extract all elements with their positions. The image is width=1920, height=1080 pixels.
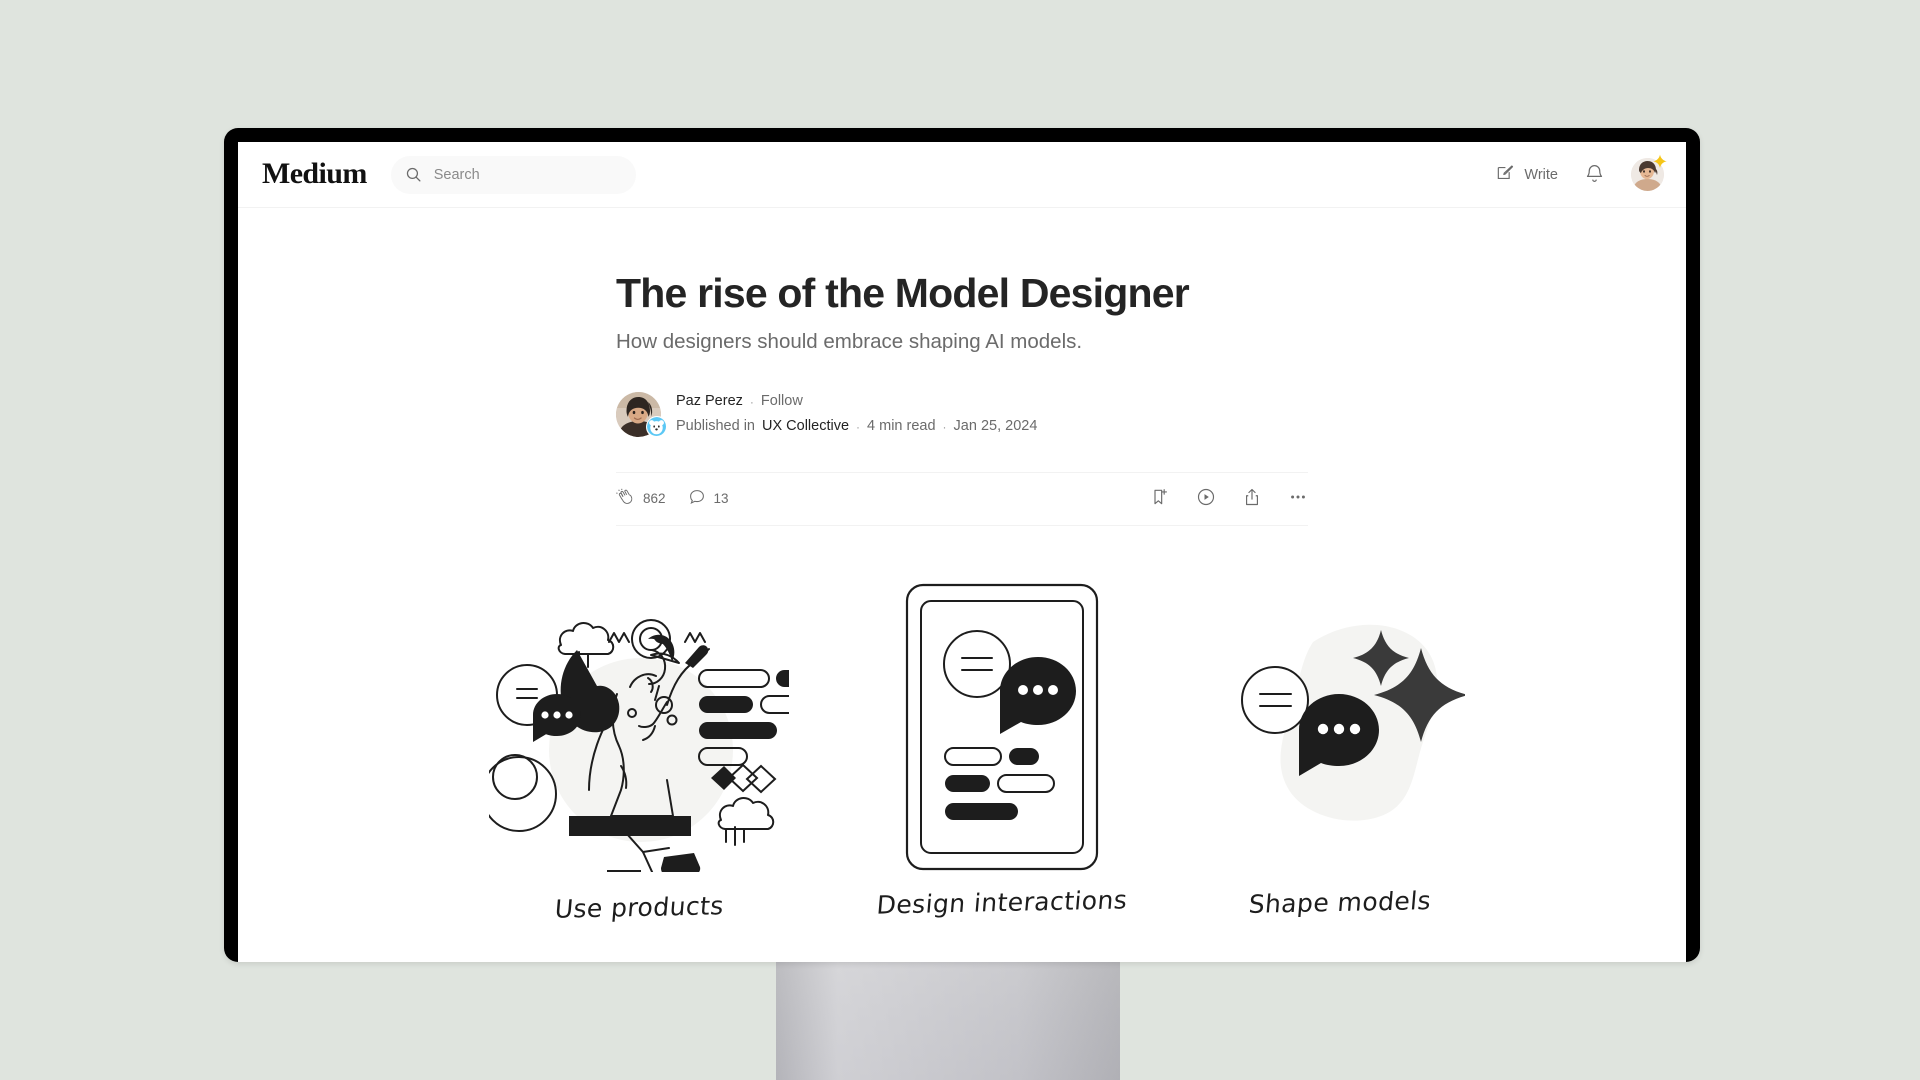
publish-date: Jan 25, 2024 (953, 417, 1038, 434)
bookmark-plus-icon (1150, 487, 1170, 510)
illustration-caption-1: Use products (553, 890, 725, 924)
illustration-item-3: Shape models (1215, 582, 1466, 919)
byline-author-row: Paz Perez · Follow (676, 391, 1037, 413)
save-button[interactable] (1150, 487, 1170, 510)
ai-sparkle-chat-illustration (1241, 624, 1466, 821)
notifications-button[interactable] (1584, 163, 1605, 187)
clap-button[interactable]: 862 (616, 488, 666, 510)
comment-icon (688, 488, 706, 509)
ux-collective-bear-icon (646, 415, 668, 438)
page-title: The rise of the Model Designer (616, 270, 1190, 316)
site-header: Medium Search Write (238, 142, 1686, 208)
article-actions (1150, 487, 1308, 510)
article-body: The rise of the Model Designer How desig… (238, 208, 1686, 924)
search-bar[interactable] (390, 155, 636, 194)
search-icon (405, 166, 422, 183)
user-avatar-button[interactable] (1631, 154, 1667, 191)
read-time: 4 min read (867, 417, 936, 434)
published-in-label: Published in (676, 417, 755, 434)
ellipsis-icon (1288, 487, 1308, 510)
illustration-caption-2: Design interactions (875, 885, 1129, 920)
write-button[interactable]: Write (1495, 163, 1558, 187)
clap-count: 862 (643, 491, 666, 507)
clap-icon (616, 488, 635, 510)
monitor-stand-shading (776, 956, 1120, 1080)
publication-link[interactable]: UX Collective (762, 416, 849, 438)
meta-separator-1: · (856, 419, 861, 434)
header-actions: Write (1495, 154, 1667, 191)
phone-chat-illustration (905, 583, 1099, 870)
author-avatar-wrap[interactable] (616, 391, 668, 438)
more-options-button[interactable] (1288, 487, 1308, 510)
illustration-item-1: Use products (480, 582, 812, 924)
person-using-product-illustration (480, 582, 812, 878)
article-subtitle: How designers should embrace shaping AI … (616, 329, 1083, 353)
byline: Paz Perez · Follow Published in UX Colle… (616, 391, 1308, 438)
medium-logo[interactable]: Medium (262, 158, 367, 191)
play-circle-icon (1196, 487, 1216, 510)
share-button[interactable] (1242, 487, 1262, 510)
write-button-label: Write (1524, 166, 1558, 183)
illustration-caption-3: Shape models (1247, 885, 1433, 919)
responses-button[interactable]: 13 (688, 488, 729, 509)
illustration-item-2: Design interactions (875, 582, 1129, 920)
share-icon (1242, 487, 1262, 510)
sparkle-icon (1652, 154, 1668, 170)
byline-separator: · (749, 395, 754, 410)
engagement-stats: 862 13 (616, 488, 729, 510)
follow-button[interactable]: Follow (761, 391, 803, 413)
article-stats-bar: 862 13 (616, 471, 1308, 526)
byline-meta-row: Published in UX Collective · 4 min read … (676, 416, 1037, 438)
listen-button[interactable] (1196, 487, 1216, 510)
meta-separator-2: · (942, 419, 947, 434)
write-pencil-icon (1495, 163, 1515, 187)
monitor-bezel: Medium Search Write The rise of the Mode… (224, 128, 1700, 962)
author-name[interactable]: Paz Perez (676, 391, 743, 413)
responses-count: 13 (713, 491, 729, 507)
byline-text: Paz Perez · Follow Published in UX Colle… (676, 391, 1037, 438)
search-input[interactable] (431, 165, 622, 184)
bell-icon (1584, 163, 1605, 187)
browser-screen: Medium Search Write The rise of the Mode… (238, 142, 1686, 962)
article-hero-illustration: Use products Design interactions Shape m… (238, 582, 1686, 924)
